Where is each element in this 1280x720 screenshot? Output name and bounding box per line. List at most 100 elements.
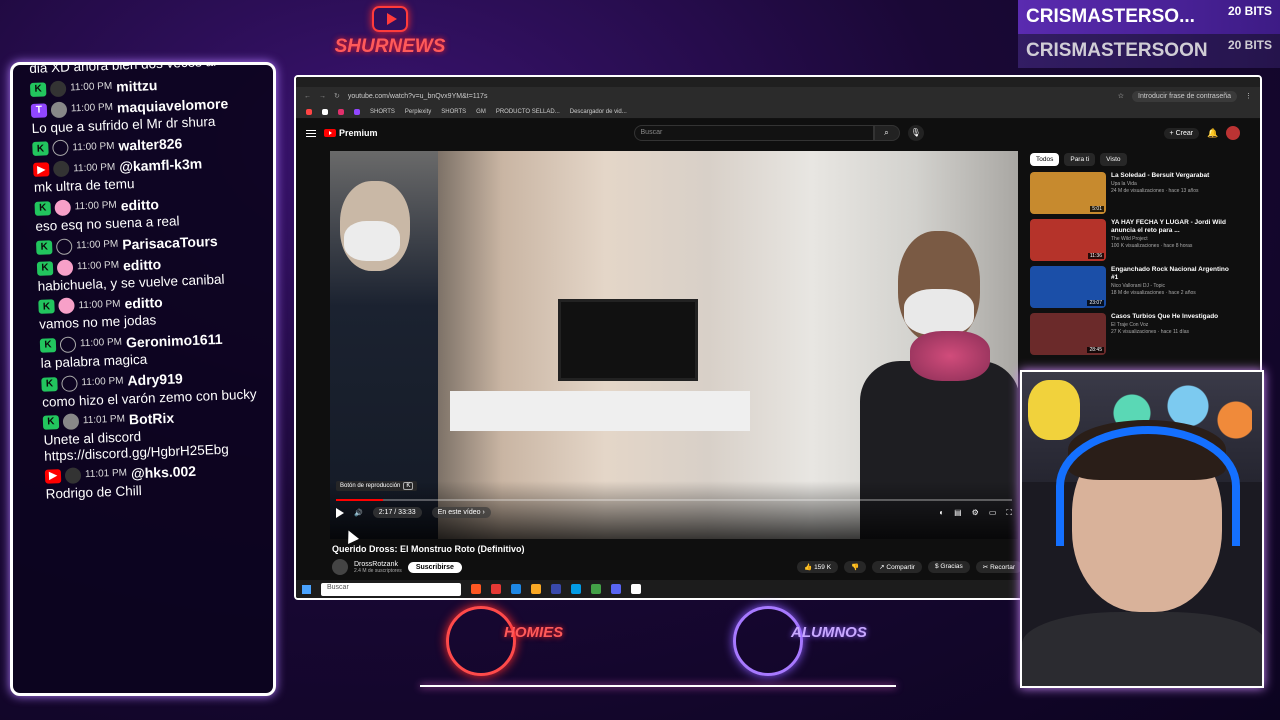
brave-icon[interactable] — [471, 584, 481, 594]
time-display: 2:17 / 33:33 — [372, 507, 422, 518]
discord-icon[interactable] — [611, 584, 621, 594]
bits-user: CRISMASTERSOON — [1026, 40, 1208, 61]
bookmark-icon[interactable] — [338, 108, 344, 115]
notifications-bell-icon[interactable]: 🔔 — [1207, 128, 1218, 139]
windows-start-icon[interactable] — [302, 584, 311, 594]
chat-time: 11:01 PM — [84, 468, 128, 481]
theater-mode-icon[interactable]: ▭ — [989, 508, 997, 518]
recommended-video[interactable]: 11:36 YA HAY FECHA Y LUGAR - Jordi Wild … — [1030, 219, 1230, 263]
url-field[interactable]: youtube.com/watch?v=u_bnQvx9YM&t=117s — [348, 93, 1110, 100]
pikachu-plush — [1028, 380, 1080, 440]
duration: 23:07 — [1087, 300, 1104, 306]
chat-time: 11:00 PM — [81, 375, 124, 388]
bits-amount: 20 BITS — [1227, 38, 1272, 52]
search-icon[interactable]: ⌕ — [873, 125, 900, 141]
bookmark-icon[interactable] — [354, 108, 360, 115]
alumnos-emblem — [733, 606, 803, 676]
account-avatar[interactable] — [1226, 126, 1241, 140]
player-controls: Botón de reproducción K 🔊 2:17 / 33:33 En… — [330, 481, 1018, 539]
folder-icon[interactable] — [531, 584, 541, 594]
avatar — [62, 413, 80, 431]
bookmark-item[interactable]: Descargador de vid... — [570, 109, 627, 115]
recommended-video[interactable]: 23:07 Enganchado Rock Nacional Argentino… — [1030, 266, 1230, 310]
tooltip-text: Botón de reproducción — [340, 483, 401, 489]
chat-user: editto — [122, 255, 162, 274]
autoplay-toggle-icon[interactable]: ◐ — [939, 508, 944, 518]
homies-logo: HOMIES — [446, 606, 596, 678]
dislike-button[interactable]: 👎 — [844, 561, 867, 573]
subscriber-count: 2.4 M de suscriptores — [354, 567, 402, 574]
bookmark-icon[interactable] — [322, 108, 328, 115]
streamer-shirt — [1022, 612, 1262, 686]
rec-info: Casos Turbios Que He Investigado El Traje… — [1111, 313, 1218, 357]
shurnews-logo: SHURNEWS — [320, 6, 460, 64]
thanks-button[interactable]: $ Gracias — [927, 561, 970, 573]
avatar — [64, 467, 82, 485]
chat-time: 11:00 PM — [73, 161, 116, 174]
progress-bar[interactable] — [336, 499, 1012, 501]
fullscreen-icon[interactable]: ⛶ — [1006, 508, 1012, 518]
menu-icon[interactable]: ⋮ — [1245, 92, 1252, 100]
taskbar-search[interactable]: Buscar — [321, 582, 461, 596]
bookmark-item[interactable]: SHORTS — [441, 109, 466, 115]
volume-icon[interactable]: 🔊 — [354, 509, 363, 517]
avatar — [61, 374, 78, 392]
video-player[interactable]: Botón de reproducción K 🔊 2:17 / 33:33 En… — [330, 151, 1018, 539]
chrome-icon[interactable] — [591, 584, 601, 594]
create-button[interactable]: + Crear — [1163, 127, 1200, 139]
chip-para-ti[interactable]: Para ti — [1064, 153, 1096, 166]
recommended-video[interactable]: 28:45 Casos Turbios Que He Investigado El… — [1030, 313, 1230, 357]
rec-title[interactable]: Casos Turbios Que He Investigado — [1111, 313, 1218, 321]
tab-bar[interactable] — [296, 77, 1260, 87]
channel-name[interactable]: DrossRotzank — [354, 561, 402, 568]
chat-user: mittzu — [115, 76, 158, 95]
channel-avatar[interactable] — [332, 559, 348, 575]
rec-channel: Upa la Vida — [1111, 180, 1137, 187]
app-icon[interactable] — [571, 584, 581, 594]
video-thumbnail[interactable]: 23:07 — [1030, 266, 1106, 308]
search-input[interactable]: Buscar — [633, 125, 874, 141]
chip-todos[interactable]: Todos — [1030, 153, 1060, 166]
hamburger-menu-icon[interactable] — [306, 129, 316, 137]
star-icon[interactable]: ☆ — [1118, 92, 1124, 100]
share-button[interactable]: ↗ Compartir — [872, 561, 922, 573]
like-button[interactable]: 👍 159 K — [797, 561, 839, 573]
pokeball-icon[interactable] — [631, 584, 641, 594]
youtube-logo[interactable]: Premium — [324, 128, 378, 138]
chat-user: ParisacaTours — [121, 232, 218, 253]
chat-time: 11:00 PM — [76, 259, 120, 273]
chip-visto[interactable]: Visto — [1100, 153, 1127, 166]
bookmark-item[interactable]: Perplexity — [405, 109, 431, 115]
bookmark-item[interactable]: PRODUCTO SELLAD... — [496, 109, 560, 115]
recommended-video[interactable]: 5:01 La Soledad - Bersuit Vergarabat Upa … — [1030, 172, 1230, 216]
rec-title[interactable]: YA HAY FECHA Y LUGAR - Jordi Wild anunci… — [1111, 219, 1230, 235]
rec-info: YA HAY FECHA Y LUGAR - Jordi Wild anunci… — [1111, 219, 1230, 263]
stream-chat: dia XD ahora bien dos veces al K 11:00 PM… — [10, 62, 276, 696]
edge-icon[interactable] — [511, 584, 521, 594]
avatar — [54, 199, 72, 217]
reload-icon[interactable]: ↻ — [334, 92, 340, 100]
bookmark-item[interactable]: SHORTS — [370, 109, 395, 115]
play-icon[interactable] — [336, 507, 344, 518]
clip-button[interactable]: ✂ Recortar — [975, 561, 1022, 573]
opera-icon[interactable] — [491, 584, 501, 594]
chapter-button[interactable]: En este vídeo › — [431, 507, 491, 518]
password-prompt[interactable]: Introducir frase de contraseña — [1132, 90, 1237, 102]
bookmark-icon[interactable] — [306, 108, 312, 115]
back-icon[interactable]: ← — [304, 93, 311, 100]
rec-title[interactable]: La Soledad - Bersuit Vergarabat — [1111, 172, 1209, 180]
video-thumbnail[interactable]: 11:36 — [1030, 219, 1106, 261]
microphone-icon[interactable]: 🎙 — [907, 125, 924, 141]
subtitles-icon[interactable]: ▤ — [954, 508, 962, 518]
bookmark-item[interactable]: GM — [476, 109, 486, 115]
store-icon[interactable] — [551, 584, 561, 594]
chat-time: 11:00 PM — [75, 238, 119, 252]
video-thumbnail[interactable]: 28:45 — [1030, 313, 1106, 355]
rec-title[interactable]: Enganchado Rock Nacional Argentino #1 — [1111, 266, 1230, 282]
settings-gear-icon[interactable]: ⚙ — [972, 508, 979, 518]
subscribe-button[interactable]: Suscribirse — [407, 561, 462, 573]
video-thumbnail[interactable]: 5:01 — [1030, 172, 1106, 214]
avatar — [50, 101, 68, 118]
forward-icon[interactable]: → — [319, 93, 326, 100]
youtube-logo-text: Premium — [339, 128, 378, 138]
